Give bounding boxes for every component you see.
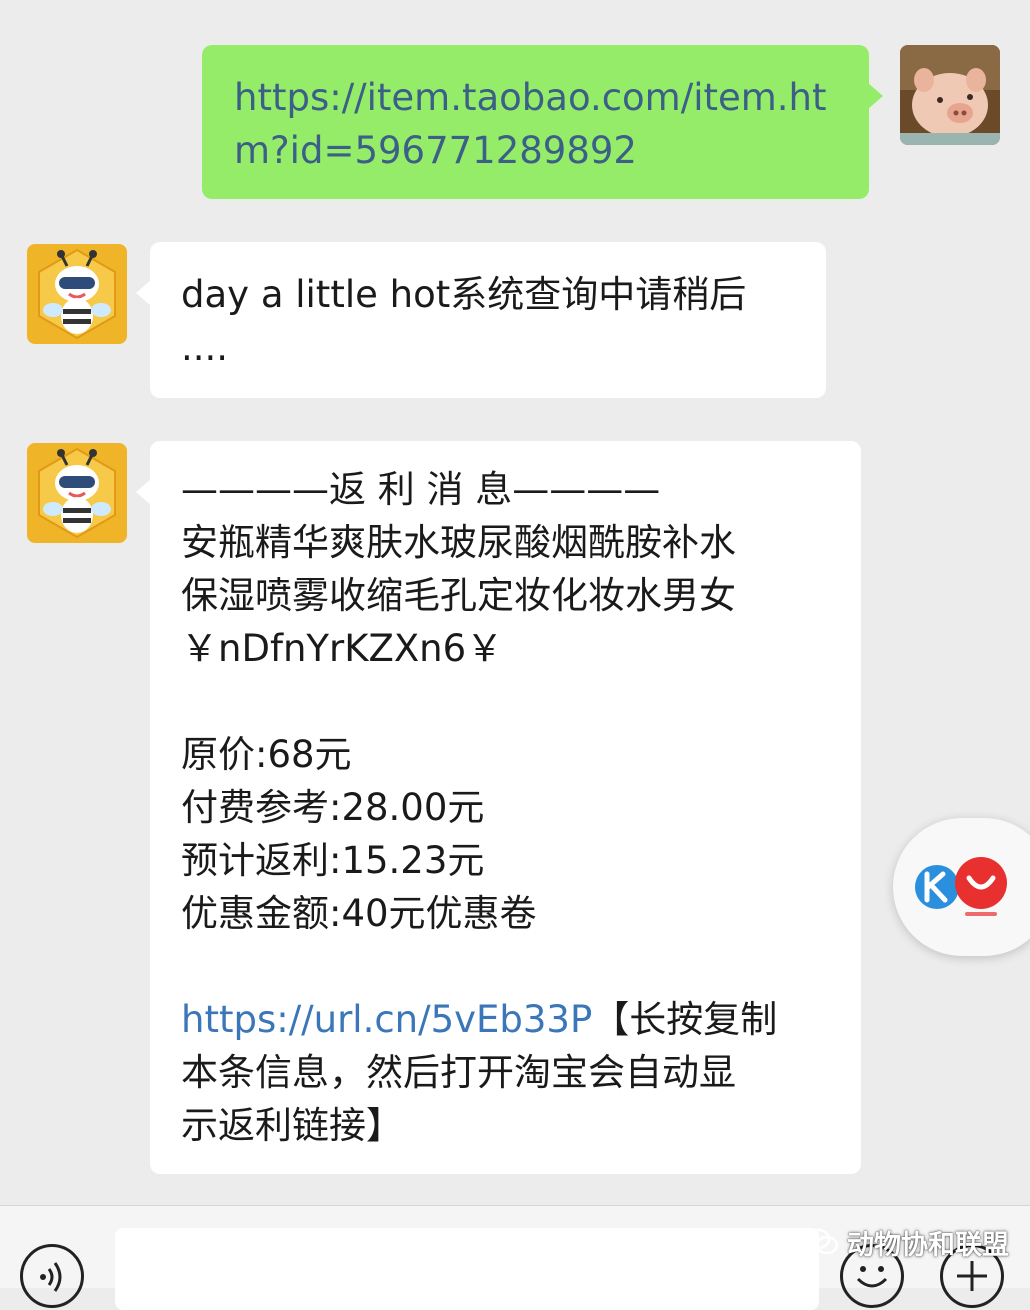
wechat-official-icon [805,1228,839,1255]
link-line: https://url.cn/5vEb33P【长按复制 [181,993,841,1046]
rebate-message-bubble[interactable]: ————返 利 消 息———— 安瓶精华爽肤水玻尿酸烟酰胺补水 保湿喷雾收缩毛孔… [136,441,861,1174]
message-input[interactable] [115,1228,819,1310]
message-line: https://item.taobao.com/item.ht [234,76,827,119]
voice-icon [40,1262,62,1292]
watermark-text: 动物协和联盟 [847,1229,1009,1261]
bee-robot-avatar-icon[interactable] [27,443,127,543]
footer-line: 示返利链接】 [181,1104,403,1147]
floating-app-widget[interactable] [893,818,1030,956]
voice-button[interactable] [20,1244,84,1308]
message-line: m?id=596771289892 [234,129,637,172]
rebate-header: ————返 利 消 息———— [181,468,661,511]
message-line: .... [181,326,229,369]
estimated-rebate: 预计返利:15.23元 [181,839,485,882]
footer-line: 本条信息，然后打开淘宝会自动显 [181,1051,736,1094]
product-line: 保湿喷雾收缩毛孔定妆化妆水男女 [181,574,736,617]
bot-message-bubble[interactable]: day a little hot系统查询中请稍后 .... [136,242,826,398]
coupon-amount: 优惠金额:40元优惠卷 [181,892,537,935]
message-line: day a little hot系统查询中请稍后 [181,273,747,316]
taobao-code: ￥nDfnYrKZXn6￥ [181,627,504,670]
pig-avatar-icon[interactable] [900,45,1000,145]
bubble-tail [136,280,151,306]
short-url-link[interactable]: https://url.cn/5vEb33P [181,998,592,1041]
bee-robot-avatar-icon[interactable] [27,244,127,344]
product-line: 安瓶精华爽肤水玻尿酸烟酰胺补水 [181,521,736,564]
watermark: 动物协和联盟 [805,1222,1009,1262]
paid-price: 付费参考:28.00元 [181,786,485,829]
bubble-tail [868,83,883,109]
original-price: 原价:68元 [181,733,352,776]
chat-area: https://item.taobao.com/item.ht m?id=596… [0,0,1030,1205]
my-message-bubble[interactable]: https://item.taobao.com/item.ht m?id=596… [202,45,883,199]
bubble-tail [136,479,151,505]
kk-app-float-icon [915,857,1007,916]
after-link-text: 【长按复制 [592,998,778,1041]
